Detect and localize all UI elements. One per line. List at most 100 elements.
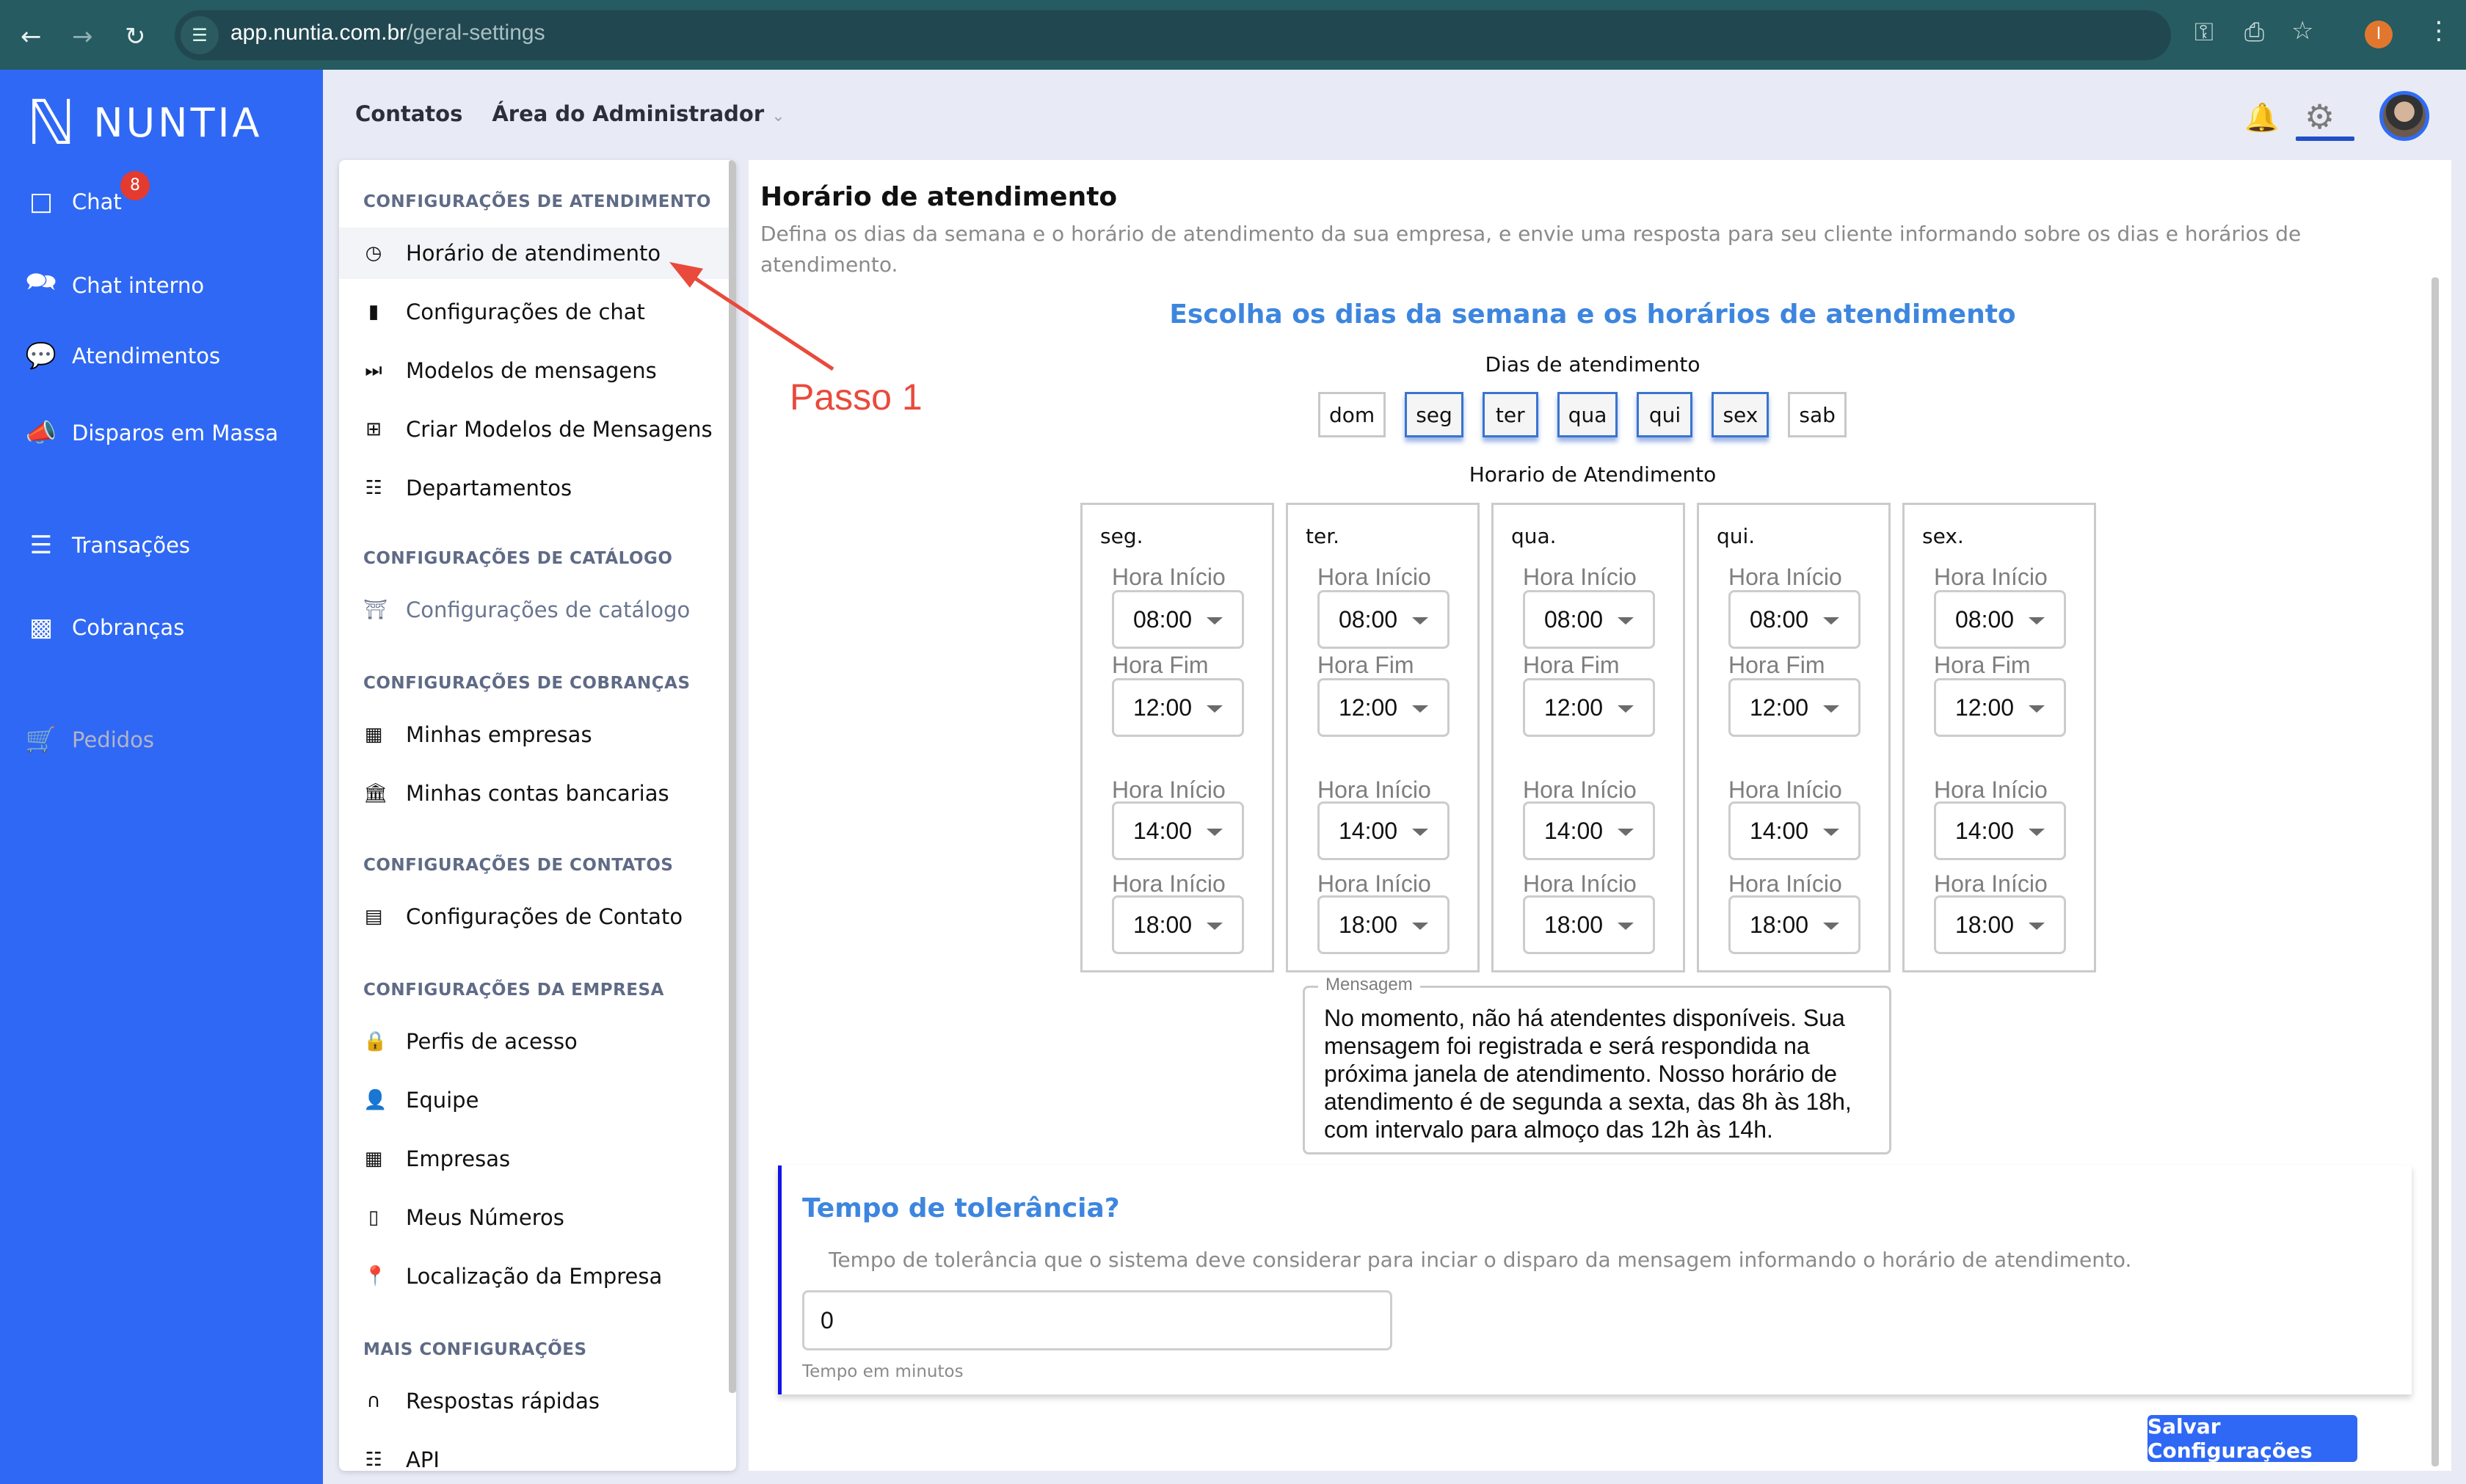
time-select-value: 08:00 bbox=[1955, 605, 2015, 633]
save-settings-button[interactable]: Salvar Configurações bbox=[2147, 1414, 2357, 1463]
sidebar-item-transacoes[interactable]: ☰ Transações bbox=[25, 531, 190, 560]
settings-item-label: API bbox=[406, 1447, 440, 1471]
time-select[interactable]: 18:00 bbox=[1934, 895, 2066, 954]
sidebar-item-chat[interactable]: □ Chat 8 bbox=[25, 171, 150, 217]
annotation-label: Passo 1 bbox=[790, 377, 923, 418]
time-select-value: 12:00 bbox=[1750, 694, 1809, 721]
time-select[interactable]: 12:00 bbox=[1728, 678, 1861, 737]
settings-item-criar-modelos[interactable]: ⊞ Criar Modelos de Mensagens bbox=[339, 404, 729, 455]
sidebar-item-label: Pedidos bbox=[72, 727, 155, 752]
tolerance-minutes-input[interactable]: 0 bbox=[802, 1290, 1392, 1350]
time-select[interactable]: 18:00 bbox=[1728, 895, 1861, 954]
install-app-icon[interactable]: ⎙ bbox=[2244, 18, 2264, 47]
settings-item-label: Minhas contas bancarias bbox=[406, 781, 669, 806]
time-select[interactable]: 14:00 bbox=[1523, 801, 1655, 860]
nav-contatos[interactable]: Contatos bbox=[355, 101, 462, 126]
day-toggle-sex[interactable]: sex bbox=[1712, 392, 1770, 437]
active-tab-indicator bbox=[2296, 137, 2354, 141]
browser-profile-avatar[interactable]: I bbox=[2365, 21, 2393, 48]
time-select-value: 08:00 bbox=[1544, 605, 1604, 633]
sidebar-item-label: Atendimentos bbox=[72, 343, 221, 368]
day-toggle-sab[interactable]: sab bbox=[1788, 392, 1847, 437]
time-slot-label: Hora Início bbox=[1934, 564, 2048, 590]
time-slot-label: Hora Início bbox=[1317, 564, 1431, 590]
browser-menu-icon[interactable]: ⋮ bbox=[2426, 16, 2451, 46]
schedule-day-column: sex. Hora Início 08:00 Hora Fim 12:00 Hora In… bbox=[1902, 503, 2096, 972]
user-avatar[interactable] bbox=[2379, 91, 2429, 141]
dropdown-caret-icon bbox=[1412, 705, 1428, 713]
time-select-value: 18:00 bbox=[1955, 911, 2015, 938]
time-select[interactable]: 12:00 bbox=[1112, 678, 1244, 737]
sidebar-item-disparos[interactable]: 📣 Disparos em Massa bbox=[25, 418, 278, 448]
address-bar[interactable]: ☰ app.nuntia.com.br/geral-settings ⚿ ⎙ ☆ bbox=[175, 10, 2313, 60]
section-header-catalogo: CONFIGURAÇÕES DE CATÁLOGO bbox=[363, 549, 673, 568]
settings-item-meus-numeros[interactable]: ▯ Meus Números bbox=[339, 1192, 729, 1243]
time-select[interactable]: 12:00 bbox=[1523, 678, 1655, 737]
reload-icon[interactable]: ↻ bbox=[125, 22, 146, 51]
settings-menu-scrollbar[interactable] bbox=[729, 160, 736, 1393]
sitemap-icon: ☷ bbox=[365, 477, 382, 499]
time-slot-label: Hora Início bbox=[1523, 564, 1637, 590]
settings-item-departamentos[interactable]: ☷ Departamentos bbox=[339, 462, 729, 514]
sidebar-item-cobrancas[interactable]: ▩ Cobranças bbox=[25, 613, 184, 642]
settings-item-modelos-mensagens[interactable]: ⏭ Modelos de mensagens bbox=[339, 345, 729, 396]
message-field[interactable]: Mensagem No momento, não há atendentes d… bbox=[1303, 975, 1891, 1154]
time-select[interactable]: 18:00 bbox=[1112, 895, 1244, 954]
dropdown-caret-icon bbox=[2029, 705, 2045, 713]
lock-icon: 🔒 bbox=[363, 1030, 388, 1052]
time-select[interactable]: 08:00 bbox=[1934, 590, 2066, 649]
day-toggle-qui[interactable]: qui bbox=[1637, 392, 1693, 437]
settings-item-equipe[interactable]: 👤 Equipe bbox=[339, 1074, 729, 1126]
content-scrollbar[interactable] bbox=[2432, 277, 2439, 1466]
time-select[interactable]: 18:00 bbox=[1317, 895, 1450, 954]
url-text[interactable]: app.nuntia.com.br/geral-settings bbox=[230, 21, 545, 46]
settings-item-horario-atendimento[interactable]: ◷ Horário de atendimento bbox=[339, 228, 729, 279]
time-select[interactable]: 18:00 bbox=[1523, 895, 1655, 954]
day-toggle-dom[interactable]: dom bbox=[1318, 392, 1386, 437]
time-select[interactable]: 14:00 bbox=[1317, 801, 1450, 860]
back-icon[interactable]: ← bbox=[21, 22, 42, 51]
megaphone-icon: 📣 bbox=[25, 418, 57, 448]
nav-admin-area[interactable]: Área do Administrador ⌄ bbox=[492, 101, 785, 126]
chat-bubbles-icon: 🗪 bbox=[25, 267, 57, 297]
settings-item-configuracoes-catalogo[interactable]: ⛩ Configurações de catálogo bbox=[339, 584, 729, 636]
day-toggle-seg[interactable]: seg bbox=[1405, 392, 1463, 437]
day-toggle-ter[interactable]: ter bbox=[1482, 392, 1538, 437]
settings-item-empresas[interactable]: ▦ Empresas bbox=[339, 1133, 729, 1185]
message-text[interactable]: No momento, não há atendentes disponívei… bbox=[1324, 1004, 1882, 1143]
schedule-day-column: qui. Hora Início 08:00 Hora Fim 12:00 Hora In… bbox=[1697, 503, 1891, 972]
time-select[interactable]: 12:00 bbox=[1317, 678, 1450, 737]
settings-item-contas-bancarias[interactable]: 🏛 Minhas contas bancarias bbox=[339, 768, 729, 819]
nuntia-logo[interactable]: ℕ NUNTIA bbox=[26, 92, 262, 153]
time-select[interactable]: 14:00 bbox=[1112, 801, 1244, 860]
schedule-day-column: qua. Hora Início 08:00 Hora Fim 12:00 Hora In… bbox=[1491, 503, 1685, 972]
time-select[interactable]: 08:00 bbox=[1317, 590, 1450, 649]
time-select[interactable]: 08:00 bbox=[1728, 590, 1861, 649]
time-select[interactable]: 14:00 bbox=[1728, 801, 1861, 860]
time-select[interactable]: 08:00 bbox=[1523, 590, 1655, 649]
time-select-value: 14:00 bbox=[1544, 817, 1604, 844]
day-toggle-qua[interactable]: qua bbox=[1557, 392, 1618, 437]
settings-item-perfis-acesso[interactable]: 🔒 Perfis de acesso bbox=[339, 1016, 729, 1067]
settings-item-api[interactable]: ☷ API bbox=[339, 1434, 729, 1471]
password-key-icon[interactable]: ⚿ bbox=[2194, 18, 2214, 47]
sidebar-item-pedidos[interactable]: 🛒 Pedidos bbox=[25, 725, 154, 754]
forward-icon[interactable]: → bbox=[72, 22, 93, 51]
settings-item-localizacao[interactable]: 📍 Localização da Empresa bbox=[339, 1251, 729, 1302]
settings-item-label: Criar Modelos de Mensagens bbox=[406, 417, 713, 442]
settings-item-minhas-empresas[interactable]: ▦ Minhas empresas bbox=[339, 709, 729, 760]
time-select[interactable]: 08:00 bbox=[1112, 590, 1244, 649]
sidebar-item-atendimentos[interactable]: 💬 Atendimentos bbox=[25, 341, 220, 371]
settings-item-label: Departamentos bbox=[406, 476, 572, 501]
notification-bell-icon[interactable]: 🔔 bbox=[2244, 101, 2279, 134]
unread-badge: 8 bbox=[120, 171, 150, 200]
settings-gear-icon[interactable]: ⚙ bbox=[2305, 97, 2335, 137]
settings-item-respostas-rapidas[interactable]: ∩ Respostas rápidas bbox=[339, 1375, 729, 1427]
site-settings-icon[interactable]: ☰ bbox=[181, 16, 219, 54]
settings-item-configuracoes-chat[interactable]: ▮ Configurações de chat bbox=[339, 286, 729, 338]
settings-item-configuracoes-contato[interactable]: ▤ Configurações de Contato bbox=[339, 891, 729, 942]
sidebar-item-chat-interno[interactable]: 🗪 Chat interno bbox=[25, 264, 204, 306]
bookmark-star-icon[interactable]: ☆ bbox=[2291, 16, 2313, 46]
time-select[interactable]: 12:00 bbox=[1934, 678, 2066, 737]
time-select[interactable]: 14:00 bbox=[1934, 801, 2066, 860]
